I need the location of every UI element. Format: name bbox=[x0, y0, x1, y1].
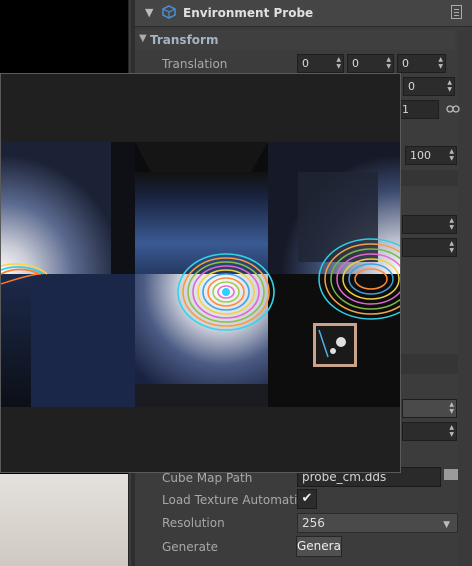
checkmark-icon: ✔ bbox=[301, 491, 313, 506]
translation-z-field[interactable]: 0 ▲ ▼ bbox=[397, 54, 446, 73]
resolution-dropdown[interactable]: 256 ▼ bbox=[297, 513, 458, 533]
generate-button[interactable]: Generate bbox=[296, 536, 342, 557]
load-texture-checkbox[interactable]: ✔ bbox=[297, 489, 317, 509]
chevron-down-icon: ▼ bbox=[443, 520, 450, 530]
chevron-down-icon[interactable]: ▼ bbox=[145, 6, 153, 19]
rotation-field[interactable]: 0 ▲ ▼ bbox=[403, 77, 455, 96]
translation-x-field[interactable]: 0 ▲ ▼ bbox=[297, 54, 344, 73]
section-title: Transform bbox=[150, 33, 219, 47]
folder-icon[interactable] bbox=[444, 469, 458, 480]
cubemap-preview-image bbox=[1, 142, 400, 407]
cubemap-preview bbox=[0, 73, 401, 473]
value-100-field[interactable]: 100 ▲ ▼ bbox=[405, 146, 457, 165]
cube-icon bbox=[162, 5, 176, 19]
link-icon[interactable] bbox=[446, 104, 460, 114]
resolution-value: 256 bbox=[302, 516, 325, 530]
translation-label: Translation bbox=[162, 57, 228, 71]
spin-field-b[interactable]: ▲ ▼ bbox=[402, 238, 457, 257]
chevron-down-icon[interactable]: ▼ bbox=[139, 33, 147, 44]
scale-field[interactable]: 1 bbox=[397, 100, 439, 119]
load-texture-label: Load Texture Automatic bbox=[162, 493, 304, 507]
scene-background bbox=[0, 474, 131, 566]
component-title: Environment Probe bbox=[183, 6, 314, 20]
generate-label: Generate bbox=[162, 540, 219, 554]
spin-field-a[interactable]: ▲ ▼ bbox=[402, 215, 457, 234]
translation-y-field[interactable]: 0 ▲ ▼ bbox=[347, 54, 394, 73]
cube-map-path-label: Cube Map Path bbox=[162, 471, 253, 485]
component-header[interactable]: ▼ Environment Probe bbox=[135, 0, 472, 27]
scrollbar-track[interactable] bbox=[458, 30, 472, 566]
resolution-label: Resolution bbox=[162, 516, 225, 530]
transform-section-header[interactable]: ▼ Transform bbox=[135, 30, 455, 50]
spin-field-c[interactable]: ▲ ▼ bbox=[402, 399, 457, 418]
spin-field-d[interactable]: ▲ ▼ bbox=[402, 422, 457, 441]
menu-icon[interactable] bbox=[451, 5, 462, 19]
